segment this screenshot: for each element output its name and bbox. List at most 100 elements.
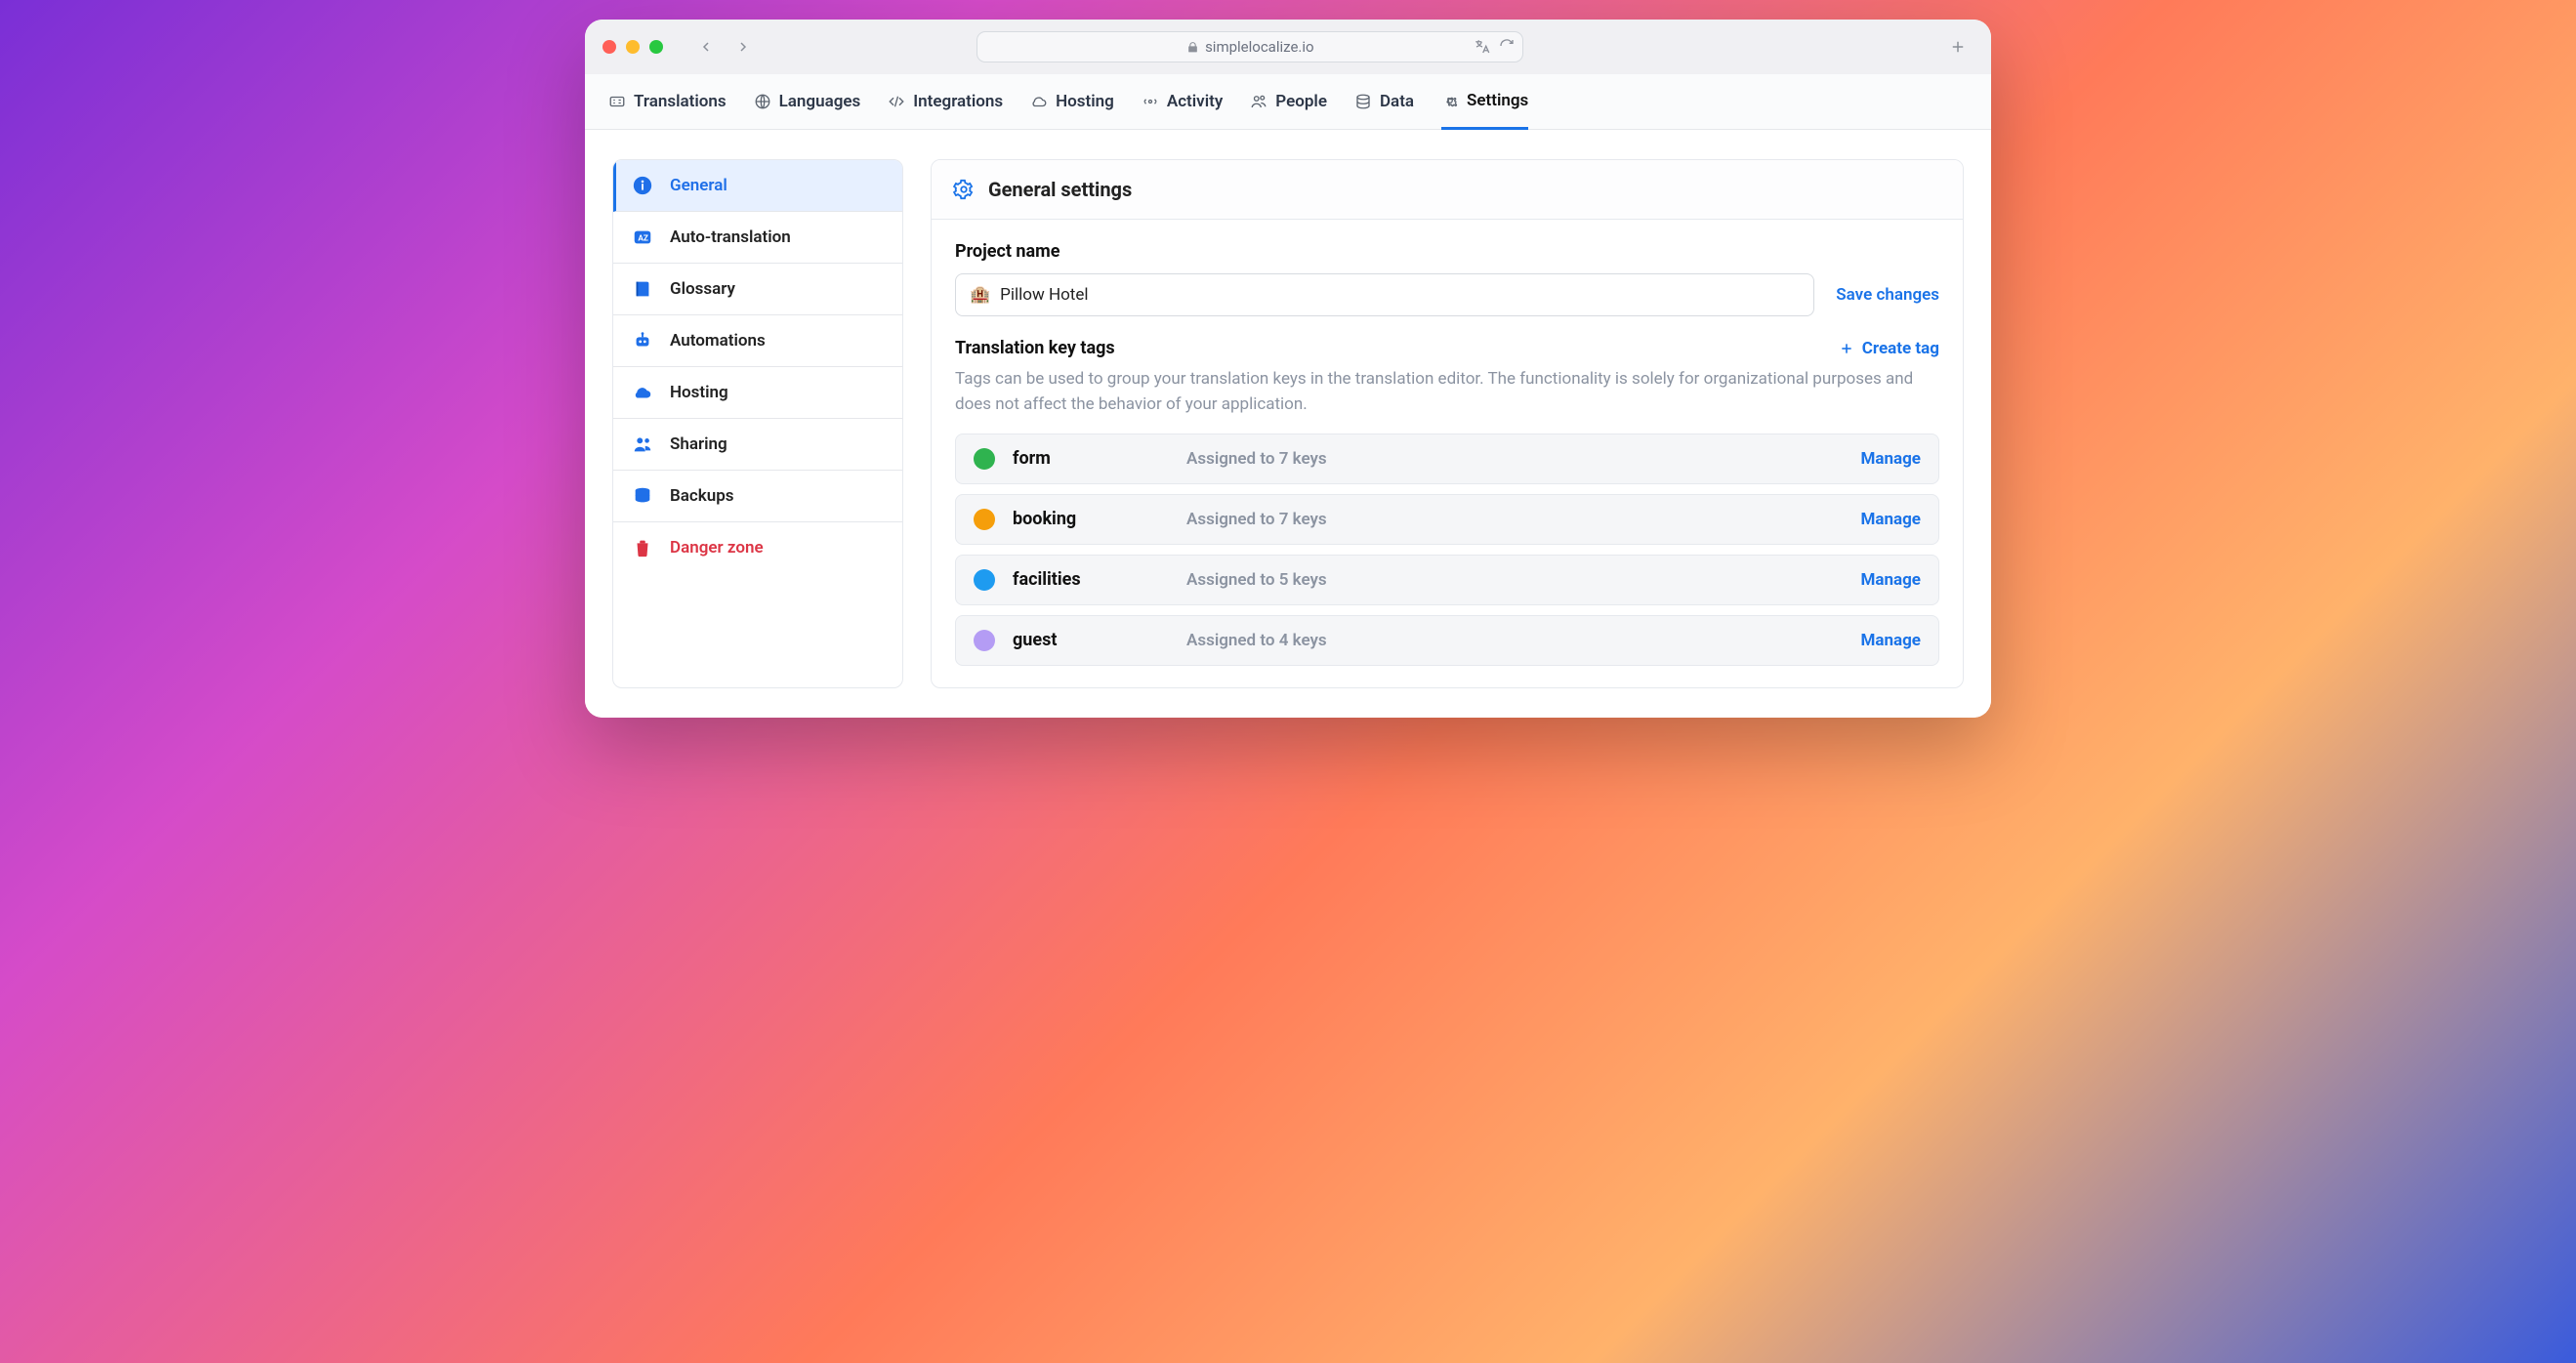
tab-integrations[interactable]: Integrations [888, 74, 1003, 129]
svg-text:Z: Z [644, 234, 648, 244]
plus-icon [1839, 341, 1854, 356]
robot-icon [631, 329, 654, 352]
tag-name: facilities [1013, 569, 1130, 590]
manage-tag-link[interactable]: Manage [1860, 449, 1921, 469]
tab-label: People [1275, 92, 1327, 111]
app-top-nav: Translations Languages Integrations Host… [585, 74, 1991, 130]
tag-color-dot [974, 569, 995, 591]
tab-languages[interactable]: Languages [754, 74, 861, 129]
translations-icon [608, 93, 626, 110]
tags-description: Tags can be used to group your translati… [955, 366, 1939, 418]
activity-icon [1142, 93, 1159, 110]
tag-assigned-count: Assigned to 7 keys [1186, 449, 1327, 469]
back-button[interactable] [690, 33, 722, 61]
addressbar-domain: simplelocalize.io [1205, 38, 1314, 56]
tag-color-dot [974, 630, 995, 651]
sidebar-label: Glossary [670, 279, 735, 299]
manage-tag-link[interactable]: Manage [1860, 510, 1921, 529]
sidebar-label: Auto-translation [670, 227, 791, 247]
sidebar-item-hosting[interactable]: Hosting [613, 367, 902, 419]
sidebar-item-automations[interactable]: Automations [613, 315, 902, 367]
translate-icon[interactable] [1474, 38, 1491, 56]
tab-label: Hosting [1056, 92, 1114, 111]
sidebar-item-backups[interactable]: Backups [613, 471, 902, 522]
sidebar-label: Sharing [670, 434, 727, 454]
tag-row: booking Assigned to 7 keys Manage [955, 494, 1939, 545]
cloud-icon [1030, 93, 1048, 110]
tab-translations[interactable]: Translations [608, 74, 727, 129]
browser-window: simplelocalize.io Translations Languages… [585, 20, 1991, 718]
tags-heading: Translation key tags [955, 338, 1115, 358]
sidebar-item-glossary[interactable]: Glossary [613, 264, 902, 315]
project-emoji: 🏨 [970, 285, 990, 305]
tab-people[interactable]: People [1250, 74, 1327, 129]
tag-name: guest [1013, 630, 1130, 650]
content: General AZ Auto-translation Glossary Aut… [585, 130, 1991, 718]
sidebar-item-sharing[interactable]: Sharing [613, 419, 902, 471]
info-circle-icon [631, 174, 654, 197]
lock-icon [1186, 41, 1199, 54]
tag-row: facilities Assigned to 5 keys Manage [955, 555, 1939, 605]
sidebar-label: Danger zone [670, 538, 764, 558]
create-tag-label: Create tag [1862, 339, 1939, 358]
book-icon [631, 277, 654, 301]
tab-label: Integrations [913, 92, 1003, 111]
new-tab-button[interactable] [1942, 33, 1974, 61]
address-bar[interactable]: simplelocalize.io [976, 31, 1523, 62]
window-maximize-button[interactable] [649, 40, 663, 54]
manage-tag-link[interactable]: Manage [1860, 570, 1921, 590]
traffic-lights [602, 40, 663, 54]
project-name-label: Project name [955, 241, 1939, 262]
tags-list: form Assigned to 7 keys Manage booking Assig… [955, 434, 1939, 666]
database-filled-icon [631, 484, 654, 508]
code-icon [888, 93, 905, 110]
window-close-button[interactable] [602, 40, 616, 54]
people-filled-icon [631, 433, 654, 456]
sidebar-label: Automations [670, 331, 766, 351]
tag-assigned-count: Assigned to 5 keys [1186, 570, 1327, 590]
database-icon [1354, 93, 1372, 110]
reload-icon[interactable] [1499, 38, 1515, 54]
addressbar-actions [1474, 38, 1515, 56]
forward-button[interactable] [727, 33, 759, 61]
sidebar-label: Hosting [670, 383, 728, 402]
tab-label: Activity [1167, 92, 1223, 111]
tab-label: Data [1380, 92, 1414, 111]
window-minimize-button[interactable] [626, 40, 640, 54]
tag-assigned-count: Assigned to 4 keys [1186, 631, 1327, 650]
chevron-left-icon [698, 39, 714, 55]
tag-color-dot [974, 509, 995, 530]
sidebar-label: General [670, 176, 727, 195]
tag-assigned-count: Assigned to 7 keys [1186, 510, 1327, 529]
tag-color-dot [974, 448, 995, 470]
gear-icon [953, 179, 975, 200]
sidebar-label: Backups [670, 486, 734, 506]
sidebar-item-auto-translation[interactable]: AZ Auto-translation [613, 212, 902, 264]
project-name-input[interactable]: 🏨 Pillow Hotel [955, 273, 1814, 316]
addressbar-left: simplelocalize.io [1186, 38, 1314, 56]
sidebar-item-danger-zone[interactable]: Danger zone [613, 522, 902, 573]
settings-sidebar: General AZ Auto-translation Glossary Aut… [612, 159, 903, 688]
gear-icon [1441, 92, 1459, 109]
sidebar-item-general[interactable]: General [613, 160, 902, 212]
tag-row: guest Assigned to 4 keys Manage [955, 615, 1939, 666]
people-icon [1250, 93, 1267, 110]
tab-settings[interactable]: Settings [1441, 75, 1528, 130]
tag-name: booking [1013, 509, 1130, 529]
nav-buttons [690, 33, 759, 61]
panel-title: General settings [988, 178, 1132, 201]
chevron-right-icon [735, 39, 751, 55]
save-changes-link[interactable]: Save changes [1836, 285, 1939, 305]
project-name-value: Pillow Hotel [1000, 285, 1088, 305]
trash-icon [631, 536, 654, 559]
tab-data[interactable]: Data [1354, 74, 1414, 129]
create-tag-link[interactable]: Create tag [1839, 339, 1939, 358]
plus-icon [1949, 38, 1967, 56]
section-project-name: Project name 🏨 Pillow Hotel Save changes… [932, 220, 1963, 687]
manage-tag-link[interactable]: Manage [1860, 631, 1921, 650]
tab-label: Languages [779, 92, 861, 111]
tab-hosting[interactable]: Hosting [1030, 74, 1114, 129]
tag-name: form [1013, 448, 1130, 469]
tab-activity[interactable]: Activity [1142, 74, 1223, 129]
panel-header: General settings [932, 160, 1963, 220]
